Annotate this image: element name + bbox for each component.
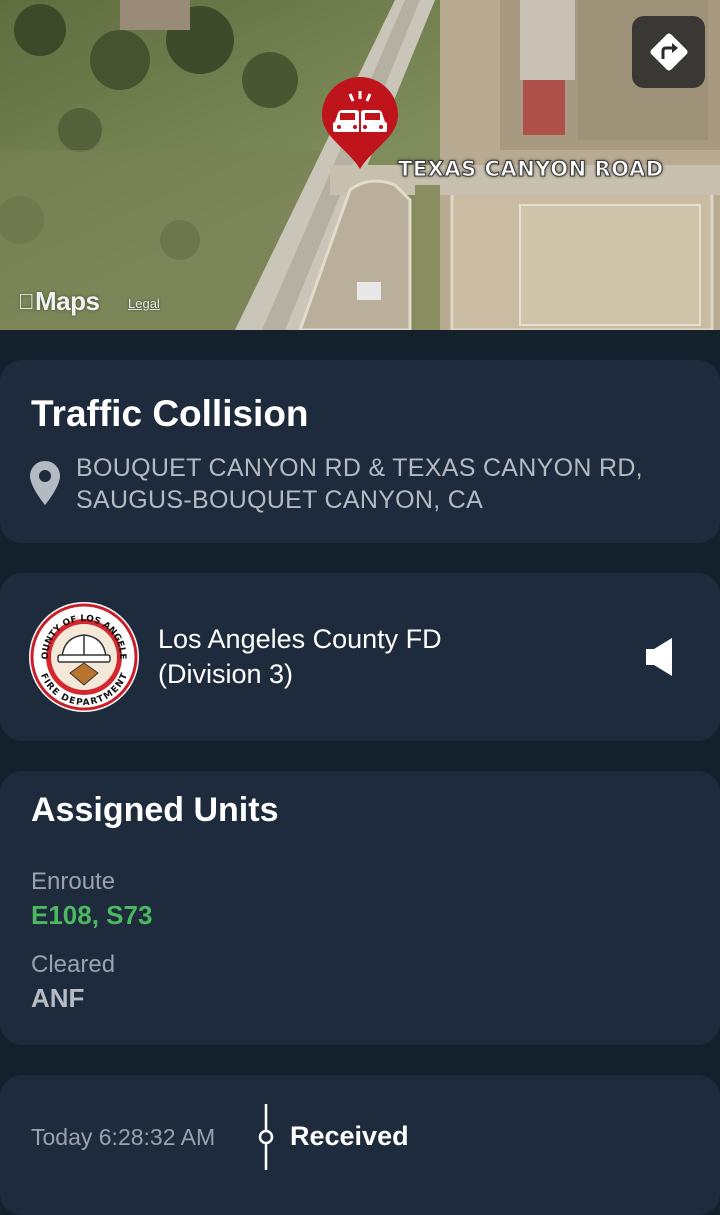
- cleared-label: Cleared: [31, 951, 116, 978]
- lacofd-seal-logo: COUNTY OF LOS ANGELES FIRE DEPARTMENT: [28, 601, 139, 712]
- timeline-status: Received: [290, 1121, 409, 1151]
- maps-provider-label: Maps: [19, 286, 100, 316]
- agency-name: Los Angeles County FD (Division 3): [158, 622, 442, 692]
- map-road-label: TEXAS CANYON ROAD: [398, 157, 664, 182]
- apple-icon: : [18, 289, 35, 315]
- legal-link[interactable]: Legal: [128, 296, 160, 311]
- agency-name-line-2: (Division 3): [158, 659, 294, 689]
- timeline-node-icon: [258, 1104, 274, 1170]
- cleared-units: ANF: [31, 983, 85, 1013]
- maps-provider-logo:  Maps: [18, 286, 100, 317]
- location-pin-icon: [30, 461, 60, 505]
- traffic-collision-icon[interactable]: [320, 75, 400, 171]
- map-view[interactable]: TEXAS CANYON ROAD  Maps Legal: [0, 0, 720, 330]
- timeline-time: Today 6:28:32 AM: [31, 1124, 216, 1150]
- assigned-units-title: Assigned Units: [31, 791, 279, 829]
- speaker-icon[interactable]: [644, 636, 676, 678]
- address-line-2: SAUGUS-BOUQUET CANYON, CA: [76, 486, 484, 514]
- incident-title: Traffic Collision: [31, 393, 309, 434]
- enroute-units: E108, S73: [31, 900, 153, 930]
- incident-address[interactable]: BOUQUET CANYON RD & TEXAS CANYON RD, SAU…: [76, 452, 696, 516]
- address-line-1: BOUQUET CANYON RD & TEXAS CANYON RD,: [76, 454, 643, 482]
- agency-name-line-1: Los Angeles County FD: [158, 624, 442, 654]
- directions-icon: [649, 33, 688, 71]
- directions-button[interactable]: [632, 16, 705, 88]
- enroute-label: Enroute: [31, 868, 116, 895]
